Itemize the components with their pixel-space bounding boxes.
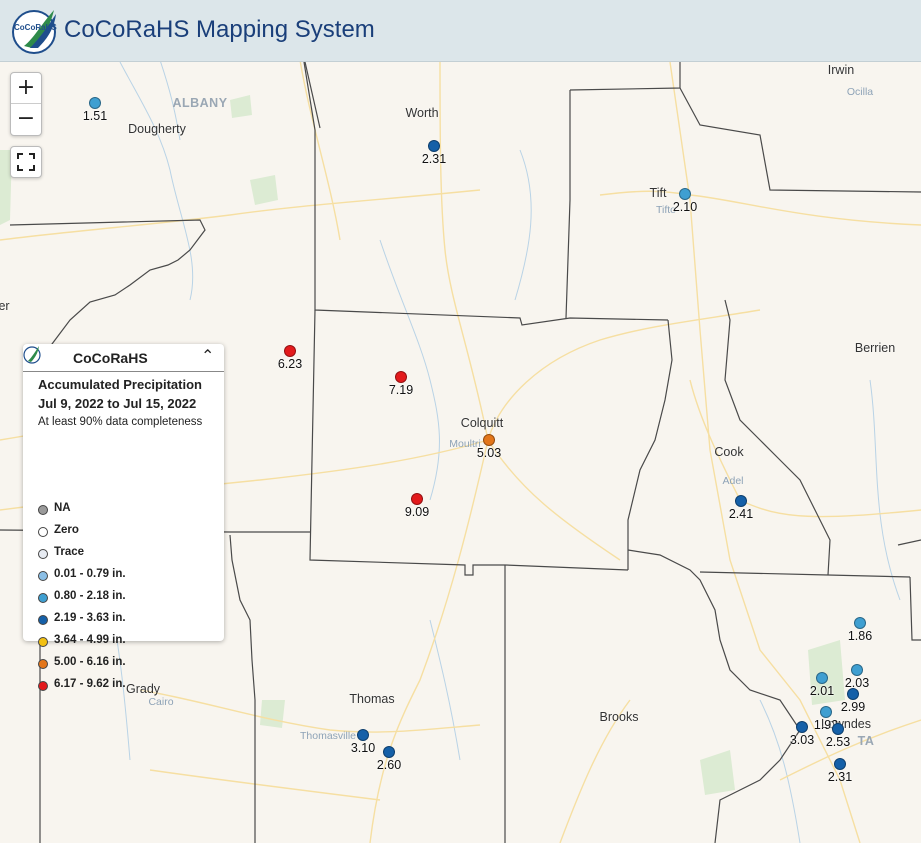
town-label-ocilla: Ocilla [846, 86, 874, 98]
app-header: CoCoRaHS CoCoRaHS Mapping System [0, 0, 921, 62]
observation-value-label: 2.03 [844, 676, 870, 690]
county-label-worth: Worth [405, 106, 439, 120]
observation-value-label: 3.03 [789, 733, 815, 747]
observation-marker[interactable] [428, 140, 440, 152]
logo-text: CoCoRaHS [14, 23, 57, 32]
town-label-thomasville: Thomasville [299, 730, 357, 742]
legend-swatch [38, 593, 48, 603]
observation-marker[interactable] [816, 672, 828, 684]
observation-value-label: 5.03 [476, 446, 502, 460]
legend-header: ✥ CoCoRaHS ⌃ [23, 344, 224, 372]
observation-value-label: 2.01 [809, 684, 835, 698]
county-label-berrien: Berrien [854, 341, 896, 355]
observation-value-label: 9.09 [404, 505, 430, 519]
town-label-cairo: Cairo [148, 696, 174, 708]
observation-value-label: 7.19 [388, 383, 414, 397]
observation-marker[interactable] [834, 758, 846, 770]
observation-marker[interactable] [735, 495, 747, 507]
city-label-albany: ALBANY [172, 96, 228, 110]
county-label-thomas: Thomas [349, 692, 395, 706]
legend-swatch [38, 615, 48, 625]
observation-marker[interactable] [395, 371, 407, 383]
legend-label: 5.00 - 6.16 in. [54, 656, 126, 668]
legend-label: 0.01 - 0.79 in. [54, 568, 126, 580]
observation-value-label: 1.86 [847, 629, 873, 643]
legend-label: 6.17 - 9.62 in. [54, 678, 126, 690]
cocorahs-logo[interactable]: CoCoRaHS [10, 4, 62, 56]
county-label-brooks: Brooks [599, 710, 639, 724]
observation-marker[interactable] [796, 721, 808, 733]
observation-marker[interactable] [357, 729, 369, 741]
legend-swatch [38, 527, 48, 537]
observation-marker[interactable] [832, 723, 844, 735]
legend-date-range: Jul 9, 2022 to Jul 15, 2022 [38, 396, 197, 411]
county-label-cook: Cook [714, 445, 744, 459]
legend-swatch [38, 549, 48, 559]
observation-value-label: 2.99 [840, 700, 866, 714]
observation-marker[interactable] [483, 434, 495, 446]
observation-value-label: 2.53 [825, 735, 851, 749]
legend-swatch [38, 637, 48, 647]
county-label-fragment: er [0, 299, 10, 313]
legend-logo-icon [23, 346, 41, 364]
county-label-grady: Grady [125, 682, 161, 696]
zoom-in-button[interactable]: + [11, 73, 41, 104]
town-label-adel: Adel [722, 475, 744, 487]
legend-label: 3.64 - 4.99 in. [54, 634, 126, 646]
observation-value-label: 2.31 [421, 152, 447, 166]
legend-label: 0.80 - 2.18 in. [54, 590, 126, 602]
county-label-irwin: Irwin [827, 63, 855, 77]
observation-marker[interactable] [854, 617, 866, 629]
observation-value-label: 2.60 [376, 758, 402, 772]
map-canvas[interactable]: ALBANY Dougherty Worth Irwin Ocilla Tift… [0, 62, 921, 843]
observation-marker[interactable] [411, 493, 423, 505]
observation-value-label: 1.51 [82, 109, 108, 123]
county-label-dougherty: Dougherty [128, 122, 186, 136]
legend-title: Accumulated Precipitation [38, 377, 202, 392]
legend-swatch [38, 659, 48, 669]
county-label-colquitt: Colquitt [460, 416, 504, 430]
app-title: CoCoRaHS Mapping System [64, 16, 375, 43]
fullscreen-button[interactable] [10, 146, 42, 178]
legend-label: 2.19 - 3.63 in. [54, 612, 126, 624]
legend-note: At least 90% data completeness [38, 416, 203, 428]
observation-marker[interactable] [679, 188, 691, 200]
observation-value-label: 6.23 [277, 357, 303, 371]
observation-marker[interactable] [847, 688, 859, 700]
observation-value-label: 3.10 [350, 741, 376, 755]
observation-marker[interactable] [851, 664, 863, 676]
collapse-icon[interactable]: ⌃ [201, 346, 214, 366]
observation-marker[interactable] [89, 97, 101, 109]
observation-marker[interactable] [820, 706, 832, 718]
city-label-valdosta-fragment: TA [857, 734, 875, 748]
observation-value-label: 2.41 [728, 507, 754, 521]
county-label-tift: Tift [649, 186, 667, 200]
legend-panel: ✥ CoCoRaHS ⌃ Accumulated Precipitation J… [23, 344, 224, 691]
zoom-control: + − [10, 72, 42, 136]
legend-brand: CoCoRaHS [73, 350, 148, 366]
observation-value-label: 2.10 [672, 200, 698, 214]
observation-marker[interactable] [383, 746, 395, 758]
observation-value-label: 2.31 [827, 770, 853, 784]
legend-swatch [38, 681, 48, 691]
observation-marker[interactable] [284, 345, 296, 357]
legend-label: Zero [54, 524, 79, 536]
zoom-out-button[interactable]: − [11, 104, 41, 134]
legend-swatch [38, 571, 48, 581]
legend-swatch [38, 505, 48, 515]
legend-label: Trace [54, 546, 85, 558]
legend-label: NA [54, 502, 71, 514]
fullscreen-icon [17, 153, 35, 171]
